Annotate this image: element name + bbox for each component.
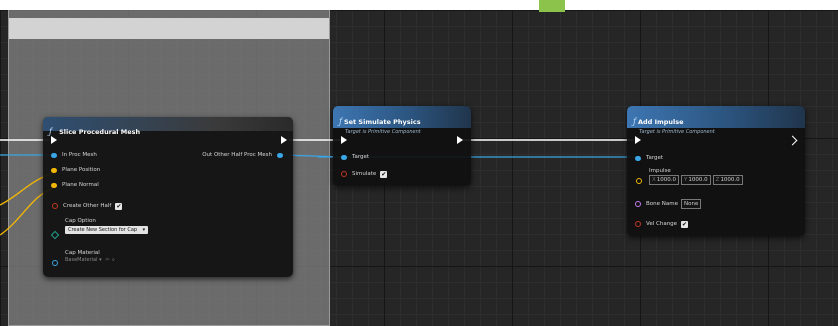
pin-label: In Proc Mesh: [62, 152, 97, 158]
node-subtitle: Target is Primitive Component: [639, 129, 715, 135]
vel-change-pin[interactable]: Vel Change ✔: [635, 219, 689, 229]
object-pin-icon: [635, 155, 641, 161]
exec-in-icon: [635, 136, 641, 144]
asset-value: BaseMaterial: [65, 257, 98, 263]
function-icon: ƒ: [633, 117, 636, 126]
name-pin-icon: [635, 201, 641, 207]
dropdown-value: Create New Section for Cap: [68, 227, 138, 233]
chevron-down-icon: ▾: [99, 257, 102, 263]
function-icon: ƒ: [339, 117, 342, 126]
exec-out-unconnected-icon: [787, 135, 798, 145]
pin-label: Out Other Half Proc Mesh: [202, 152, 272, 158]
object-pin-icon: [341, 154, 347, 160]
node-header[interactable]: ƒ Add Impulse Target is Primitive Compone…: [627, 106, 805, 135]
exec-in-pin[interactable]: [341, 135, 347, 145]
cap-option-block: Cap Option Create New Section for Cap ▾: [65, 218, 149, 234]
bool-pin-icon: [341, 171, 347, 177]
axis-label: X: [652, 177, 656, 183]
pin-label: Target: [646, 155, 664, 161]
bool-pin-icon: [52, 203, 58, 209]
cap-material-block: Cap Material BaseMaterial ▾ ⇦ ⌕: [65, 250, 115, 263]
target-pin[interactable]: Target: [635, 153, 663, 163]
node-header[interactable]: ƒ Set Simulate Physics Target is Primitiv…: [333, 106, 471, 135]
pin-label: Impulse: [649, 168, 671, 174]
impulse-block: Impulse X1000.0 Y1000.0 Z1000.0: [649, 168, 743, 185]
pin-label: Create Other Half: [63, 203, 112, 209]
set-simulate-physics-node[interactable]: ƒ Set Simulate Physics Target is Primitiv…: [333, 106, 471, 186]
exec-in-icon: [341, 136, 347, 144]
exec-in-pin[interactable]: [635, 135, 641, 145]
node-title: Slice Procedural Mesh: [59, 128, 141, 136]
exec-out-pin[interactable]: [281, 135, 287, 145]
node-subtitle: Target is Primitive Component: [345, 129, 421, 135]
axis-label: Z: [715, 177, 720, 183]
impulse-x-field[interactable]: X1000.0: [649, 175, 680, 185]
out-other-half-pin[interactable]: Out Other Half Proc Mesh: [202, 150, 283, 160]
simulate-checkbox[interactable]: ✔: [380, 170, 388, 178]
arrow-left-icon[interactable]: ⇦: [105, 257, 109, 263]
slice-procedural-mesh-node[interactable]: ƒ Slice Procedural Mesh In Proc Mesh Out…: [43, 117, 293, 277]
add-impulse-node[interactable]: ƒ Add Impulse Target is Primitive Compone…: [627, 106, 805, 236]
exec-out-icon: [457, 136, 463, 144]
bool-pin-icon: [635, 221, 641, 227]
enum-pin-icon: [50, 230, 60, 240]
create-other-half-pin[interactable]: Create Other Half ✔: [52, 201, 123, 211]
impulse-y-field[interactable]: Y1000.0: [681, 175, 711, 185]
cap-material-asset-picker[interactable]: BaseMaterial ▾ ⇦ ⌕: [65, 257, 115, 263]
plane-normal-pin[interactable]: Plane Normal: [51, 180, 99, 190]
object-pin-icon: [277, 152, 283, 158]
pin-label: Simulate: [352, 171, 377, 177]
bone-name-pin[interactable]: Bone Name None: [635, 199, 702, 209]
pin-label: Plane Position: [62, 167, 101, 173]
cap-option-dropdown[interactable]: Create New Section for Cap ▾: [65, 226, 149, 234]
exec-in-icon: [51, 136, 57, 144]
vector-pin-icon: [51, 182, 57, 188]
node-title: Add Impulse: [637, 118, 684, 126]
green-marker: [539, 0, 565, 12]
impulse-z-field[interactable]: Z1000.0: [712, 175, 743, 185]
exec-out-pin[interactable]: [457, 135, 463, 145]
bone-name-field[interactable]: None: [680, 199, 702, 209]
vector-pin-icon: [636, 178, 642, 184]
object-ref-pin-icon: [52, 260, 58, 266]
node-header[interactable]: ƒ Slice Procedural Mesh: [43, 117, 293, 136]
object-pin-icon: [51, 152, 57, 158]
magnifier-icon[interactable]: ⌕: [112, 257, 115, 263]
field-value: 1000.0: [720, 177, 740, 183]
exec-in-pin[interactable]: [51, 135, 57, 145]
axis-label: Y: [684, 177, 688, 183]
impulse-vector-fields: X1000.0 Y1000.0 Z1000.0: [649, 175, 743, 185]
pin-label: Vel Change: [646, 221, 678, 227]
cap-material-pin-icon-row[interactable]: [52, 258, 63, 268]
vector-pin-icon: [51, 167, 57, 173]
exec-out-pin[interactable]: [787, 135, 798, 145]
checkbox-checked-icon: ✔: [682, 220, 688, 228]
pin-label: Cap Option: [65, 218, 96, 224]
pin-label: Target: [352, 154, 370, 160]
vel-change-checkbox[interactable]: ✔: [681, 220, 689, 228]
field-value: 1000.0: [688, 177, 708, 183]
plane-position-pin[interactable]: Plane Position: [51, 165, 100, 175]
cap-option-pin-icon-row[interactable]: [50, 230, 64, 240]
pin-label: Bone Name: [646, 201, 678, 207]
checkbox-checked-icon: ✔: [116, 202, 122, 210]
simulate-pin[interactable]: Simulate ✔: [341, 169, 388, 179]
pin-label: Plane Normal: [62, 182, 99, 188]
checkbox-checked-icon: ✔: [381, 170, 387, 178]
pin-label: Cap Material: [65, 250, 100, 256]
chevron-down-icon: ▾: [142, 227, 146, 233]
impulse-pin-icon-row[interactable]: [636, 176, 647, 186]
field-value: 1000.0: [656, 177, 677, 183]
exec-out-icon: [281, 136, 287, 144]
create-other-half-checkbox[interactable]: ✔: [115, 202, 123, 210]
node-title: Set Simulate Physics: [343, 118, 421, 126]
in-proc-mesh-pin[interactable]: In Proc Mesh: [51, 150, 97, 160]
target-pin[interactable]: Target: [341, 152, 369, 162]
